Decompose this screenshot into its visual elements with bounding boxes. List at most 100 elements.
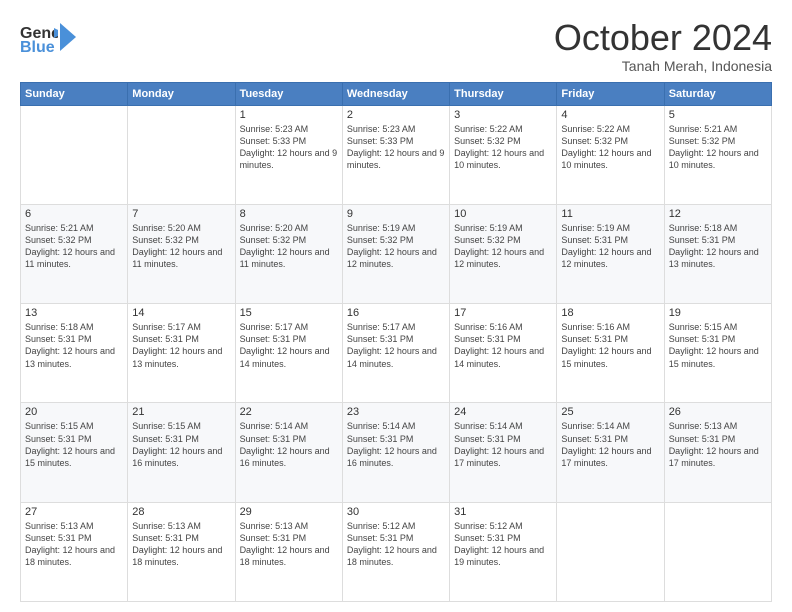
calendar-cell: 3 Sunrise: 5:22 AM Sunset: 5:32 PM Daylig… [450,105,557,204]
calendar-cell: 26 Sunrise: 5:13 AM Sunset: 5:31 PM Dayli… [664,403,771,502]
day-info: Sunrise: 5:16 AM Sunset: 5:31 PM Dayligh… [561,321,659,370]
day-info: Sunrise: 5:23 AM Sunset: 5:33 PM Dayligh… [240,123,338,172]
month-title: October 2024 [554,18,772,58]
logo-arrow-icon [60,23,76,51]
calendar-week-row: 20 Sunrise: 5:15 AM Sunset: 5:31 PM Dayli… [21,403,772,502]
subtitle: Tanah Merah, Indonesia [554,58,772,74]
day-number: 16 [347,307,445,319]
day-number: 8 [240,208,338,220]
day-number: 22 [240,406,338,418]
day-info: Sunrise: 5:20 AM Sunset: 5:32 PM Dayligh… [132,222,230,271]
calendar-cell: 20Sunrise: 5:15 AM Sunset: 5:31 PM Dayli… [21,403,128,502]
calendar-cell: 9 Sunrise: 5:19 AM Sunset: 5:32 PM Daylig… [342,204,449,303]
day-info: Sunrise: 5:19 AM Sunset: 5:32 PM Dayligh… [347,222,445,271]
calendar-cell: 16 Sunrise: 5:17 AM Sunset: 5:31 PM Dayli… [342,304,449,403]
day-info: Sunrise: 5:15 AM Sunset: 5:31 PM Dayligh… [132,420,230,469]
calendar-week-row: 13 Sunrise: 5:18 AM Sunset: 5:31 PM Dayli… [21,304,772,403]
title-block: October 2024 Tanah Merah, Indonesia [554,18,772,74]
day-header-sunday: Sunday [21,82,128,105]
calendar-week-row: 6 Sunrise: 5:21 AM Sunset: 5:32 PM Daylig… [21,204,772,303]
calendar-cell: 28Sunrise: 5:13 AM Sunset: 5:31 PM Dayli… [128,502,235,601]
day-number: 14 [132,307,230,319]
day-info: Sunrise: 5:13 AM Sunset: 5:31 PM Dayligh… [25,520,123,569]
day-number: 5 [669,109,767,121]
day-number: 21 [132,406,230,418]
day-number: 28 [132,506,230,518]
day-number: 1 [240,109,338,121]
day-number: 7 [132,208,230,220]
logo: General Blue [20,18,76,56]
day-info: Sunrise: 5:14 AM Sunset: 5:31 PM Dayligh… [347,420,445,469]
calendar-cell: 23 Sunrise: 5:14 AM Sunset: 5:31 PM Dayli… [342,403,449,502]
day-info: Sunrise: 5:14 AM Sunset: 5:31 PM Dayligh… [240,420,338,469]
calendar-cell: 12Sunrise: 5:18 AM Sunset: 5:31 PM Dayli… [664,204,771,303]
calendar-cell: 4Sunrise: 5:22 AM Sunset: 5:32 PM Daylig… [557,105,664,204]
calendar-cell: 29 Sunrise: 5:13 AM Sunset: 5:31 PM Dayli… [235,502,342,601]
calendar-cell: 1 Sunrise: 5:23 AM Sunset: 5:33 PM Daylig… [235,105,342,204]
day-number: 9 [347,208,445,220]
day-info: Sunrise: 5:23 AM Sunset: 5:33 PM Dayligh… [347,123,445,172]
day-info: Sunrise: 5:21 AM Sunset: 5:32 PM Dayligh… [25,222,123,271]
page: General Blue October 2024 Tanah Merah, I… [0,0,792,612]
day-number: 11 [561,208,659,220]
day-info: Sunrise: 5:21 AM Sunset: 5:32 PM Dayligh… [669,123,767,172]
day-number: 31 [454,506,552,518]
day-header-wednesday: Wednesday [342,82,449,105]
day-info: Sunrise: 5:17 AM Sunset: 5:31 PM Dayligh… [240,321,338,370]
day-info: Sunrise: 5:17 AM Sunset: 5:31 PM Dayligh… [347,321,445,370]
day-number: 25 [561,406,659,418]
calendar-week-row: 1 Sunrise: 5:23 AM Sunset: 5:33 PM Daylig… [21,105,772,204]
day-number: 10 [454,208,552,220]
day-info: Sunrise: 5:13 AM Sunset: 5:31 PM Dayligh… [240,520,338,569]
day-number: 2 [347,109,445,121]
day-info: Sunrise: 5:14 AM Sunset: 5:31 PM Dayligh… [561,420,659,469]
day-info: Sunrise: 5:22 AM Sunset: 5:32 PM Dayligh… [561,123,659,172]
day-number: 3 [454,109,552,121]
day-header-monday: Monday [128,82,235,105]
calendar-week-row: 27 Sunrise: 5:13 AM Sunset: 5:31 PM Dayli… [21,502,772,601]
day-number: 24 [454,406,552,418]
calendar-header-row: SundayMondayTuesdayWednesdayThursdayFrid… [21,82,772,105]
day-header-friday: Friday [557,82,664,105]
logo-icon: General Blue [20,18,58,56]
day-info: Sunrise: 5:19 AM Sunset: 5:31 PM Dayligh… [561,222,659,271]
day-header-saturday: Saturday [664,82,771,105]
calendar-cell: 25 Sunrise: 5:14 AM Sunset: 5:31 PM Dayli… [557,403,664,502]
day-number: 23 [347,406,445,418]
day-info: Sunrise: 5:15 AM Sunset: 5:31 PM Dayligh… [669,321,767,370]
calendar-cell: 17Sunrise: 5:16 AM Sunset: 5:31 PM Dayli… [450,304,557,403]
day-number: 30 [347,506,445,518]
day-info: Sunrise: 5:17 AM Sunset: 5:31 PM Dayligh… [132,321,230,370]
calendar-cell: 14 Sunrise: 5:17 AM Sunset: 5:31 PM Dayli… [128,304,235,403]
day-number: 20 [25,406,123,418]
day-info: Sunrise: 5:14 AM Sunset: 5:31 PM Dayligh… [454,420,552,469]
day-number: 15 [240,307,338,319]
day-header-thursday: Thursday [450,82,557,105]
day-number: 29 [240,506,338,518]
calendar-cell: 10 Sunrise: 5:19 AM Sunset: 5:32 PM Dayli… [450,204,557,303]
calendar-cell: 13 Sunrise: 5:18 AM Sunset: 5:31 PM Dayli… [21,304,128,403]
day-info: Sunrise: 5:19 AM Sunset: 5:32 PM Dayligh… [454,222,552,271]
calendar-cell: 27 Sunrise: 5:13 AM Sunset: 5:31 PM Dayli… [21,502,128,601]
calendar-cell [21,105,128,204]
day-info: Sunrise: 5:12 AM Sunset: 5:31 PM Dayligh… [454,520,552,569]
calendar-cell: 30 Sunrise: 5:12 AM Sunset: 5:31 PM Dayli… [342,502,449,601]
day-number: 17 [454,307,552,319]
day-number: 18 [561,307,659,319]
day-info: Sunrise: 5:18 AM Sunset: 5:31 PM Dayligh… [25,321,123,370]
calendar-table: SundayMondayTuesdayWednesdayThursdayFrid… [20,82,772,602]
calendar-cell: 15 Sunrise: 5:17 AM Sunset: 5:31 PM Dayli… [235,304,342,403]
svg-text:Blue: Blue [20,39,55,56]
day-info: Sunrise: 5:20 AM Sunset: 5:32 PM Dayligh… [240,222,338,271]
day-info: Sunrise: 5:12 AM Sunset: 5:31 PM Dayligh… [347,520,445,569]
day-info: Sunrise: 5:22 AM Sunset: 5:32 PM Dayligh… [454,123,552,172]
calendar-cell: 19Sunrise: 5:15 AM Sunset: 5:31 PM Dayli… [664,304,771,403]
calendar-cell: 24 Sunrise: 5:14 AM Sunset: 5:31 PM Dayli… [450,403,557,502]
calendar-cell [557,502,664,601]
calendar-cell: 22 Sunrise: 5:14 AM Sunset: 5:31 PM Dayli… [235,403,342,502]
day-number: 26 [669,406,767,418]
day-number: 13 [25,307,123,319]
day-number: 6 [25,208,123,220]
day-info: Sunrise: 5:13 AM Sunset: 5:31 PM Dayligh… [669,420,767,469]
day-number: 27 [25,506,123,518]
